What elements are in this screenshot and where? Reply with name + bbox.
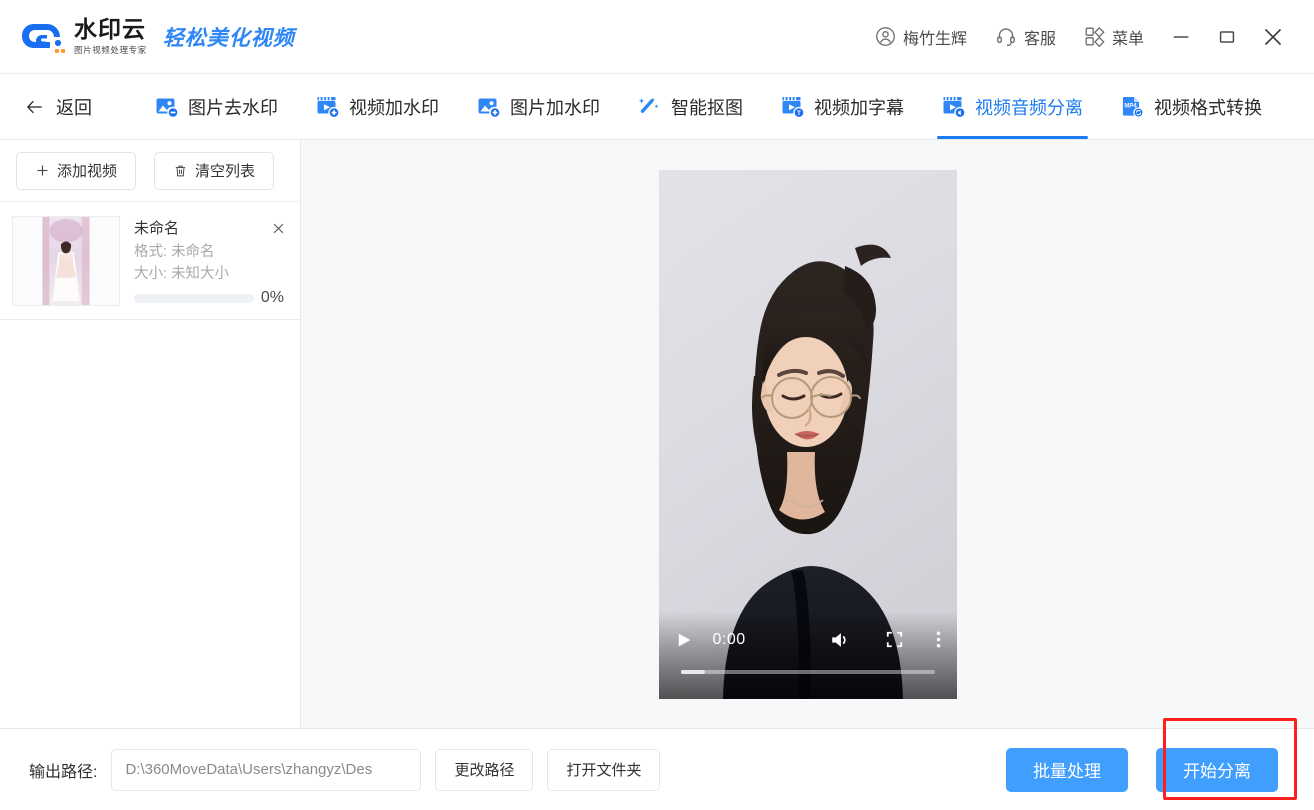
- list-item[interactable]: 未命名 格式: 未命名 大小: 未知大小 0%: [0, 202, 300, 320]
- clear-list-button[interactable]: 清空列表: [154, 151, 275, 190]
- output-path-label: 输出路径:: [29, 763, 98, 781]
- user-name-label: 梅竹生辉: [902, 30, 967, 48]
- maximize-button[interactable]: [1204, 15, 1250, 59]
- nav-tab-video-audio-separation[interactable]: 视频音频分离: [923, 74, 1102, 139]
- nav-tab-label: 视频加字幕: [814, 97, 904, 118]
- file-size-label: 大小:: [134, 265, 168, 282]
- progress-bar: [134, 293, 254, 303]
- nav-tab-video-format-convert[interactable]: MP4 视频格式转换: [1102, 74, 1281, 139]
- trash-icon: [175, 165, 186, 176]
- player-controls: 0:00: [658, 610, 957, 699]
- app-window: 水印云 图片视频处理专家 轻松美化视频 梅竹生辉 客服 菜单 返回 图片去水印 …: [0, 0, 1314, 810]
- add-video-button[interactable]: 添加视频: [16, 151, 137, 190]
- customer-support-button[interactable]: 客服: [981, 19, 1070, 55]
- titlebar-actions: 梅竹生辉 客服 菜单: [861, 15, 1314, 59]
- app-slogan: 轻松美化视频: [162, 25, 295, 50]
- video-thumbnail: [12, 216, 120, 306]
- back-label: 返回: [56, 97, 92, 118]
- user-account-button[interactable]: 梅竹生辉: [861, 19, 981, 55]
- video-text-icon: T: [782, 96, 805, 118]
- fullscreen-icon: [886, 631, 902, 648]
- file-format-value: 未命名: [171, 243, 215, 260]
- player-control-row: 0:00: [659, 623, 957, 657]
- more-vertical-icon: [936, 631, 940, 648]
- play-icon: [678, 633, 690, 646]
- add-video-label: 添加视频: [57, 163, 118, 180]
- nav-tab-label: 图片去水印: [188, 97, 278, 118]
- svg-text:T: T: [797, 110, 801, 117]
- thumbnail-image: [13, 217, 119, 305]
- file-name: 未命名: [134, 220, 180, 237]
- file-size-value: 未知大小: [171, 265, 230, 282]
- volume-button[interactable]: [829, 629, 851, 651]
- remove-file-button[interactable]: [268, 218, 288, 238]
- fullscreen-button[interactable]: [885, 630, 904, 649]
- cloud-logo-icon: [22, 23, 65, 53]
- nav-tab-image-remove-watermark[interactable]: 图片去水印: [136, 74, 297, 139]
- logo-wordmark: 水印云 图片视频处理专家: [74, 17, 147, 55]
- title-bar: 水印云 图片视频处理专家 轻松美化视频 梅竹生辉 客服 菜单: [0, 0, 1314, 74]
- magic-wand-icon: [639, 97, 659, 113]
- minimize-icon: [1173, 35, 1189, 38]
- progress-percent: 0%: [260, 289, 284, 307]
- image-minus-icon: [156, 98, 179, 118]
- video-audio-split-icon: [943, 96, 966, 118]
- open-folder-button[interactable]: 打开文件夹: [547, 748, 661, 791]
- seek-bar[interactable]: [680, 669, 935, 674]
- play-button[interactable]: [675, 630, 693, 650]
- change-path-button[interactable]: 更改路径: [435, 748, 534, 791]
- nav-tab-list: 图片去水印 视频加水印 图片加水印 智能抠图 T 视频加字幕 视频音频分离 MP…: [136, 74, 1281, 139]
- menu-button[interactable]: 菜单: [1070, 19, 1158, 55]
- video-player[interactable]: 0:00: [658, 169, 957, 699]
- file-format-label: 格式:: [134, 243, 168, 260]
- user-circle-icon: [876, 27, 895, 46]
- menu-label: 菜单: [1111, 30, 1144, 48]
- file-size: 大小: 未知大小: [134, 263, 284, 285]
- nav-tab-image-add-watermark[interactable]: 图片加水印: [458, 74, 619, 139]
- app-logo: 水印云 图片视频处理专家 轻松美化视频: [20, 16, 295, 58]
- bottom-bar: 输出路径: 更改路径 打开文件夹 批量处理 开始分离: [0, 728, 1314, 810]
- nav-tab-smart-cutout[interactable]: 智能抠图: [619, 74, 762, 139]
- current-time: 0:00: [712, 630, 746, 648]
- nav-tab-video-subtitle[interactable]: T 视频加字幕: [762, 74, 923, 139]
- file-list-sidebar: 添加视频 清空列表 未命名 格式: 未命名 大小: 未知大小 0%: [0, 140, 301, 728]
- logo-name: 水印云: [74, 16, 146, 43]
- headset-icon: [997, 28, 1015, 46]
- plus-icon: [37, 165, 48, 176]
- arrow-left-icon: [27, 100, 42, 113]
- minimize-button[interactable]: [1158, 15, 1204, 59]
- batch-process-button[interactable]: 批量处理: [1006, 747, 1128, 792]
- close-icon: [273, 223, 283, 233]
- close-button[interactable]: [1250, 15, 1296, 59]
- logo-subtitle: 图片视频处理专家: [74, 44, 147, 55]
- preview-area: 0:00: [301, 140, 1314, 728]
- nav-tab-label: 图片加水印: [510, 97, 600, 118]
- maximize-icon: [1219, 30, 1235, 43]
- clear-list-label: 清空列表: [195, 163, 256, 180]
- sidebar-actions: 添加视频 清空列表: [0, 140, 300, 202]
- file-info: 未命名 格式: 未命名 大小: 未知大小 0%: [134, 216, 284, 319]
- output-path-input[interactable]: [111, 748, 422, 791]
- bottom-bar-actions: 批量处理 开始分离: [1006, 747, 1294, 792]
- grid-menu-icon: [1085, 26, 1105, 47]
- video-plus-icon: [317, 96, 340, 118]
- nav-tab-label: 视频音频分离: [975, 97, 1083, 118]
- support-label: 客服: [1023, 30, 1056, 48]
- file-progress: 0%: [134, 289, 284, 307]
- file-format: 格式: 未命名: [134, 241, 284, 263]
- start-separation-button[interactable]: 开始分离: [1156, 747, 1278, 792]
- navigation-bar: 返回 图片去水印 视频加水印 图片加水印 智能抠图 T 视频加字幕 视频音频分离…: [0, 74, 1314, 140]
- nav-tab-label: 视频格式转换: [1154, 97, 1262, 118]
- nav-tab-label: 智能抠图: [671, 97, 743, 118]
- more-options-button[interactable]: [936, 629, 941, 650]
- seek-fill: [680, 669, 705, 674]
- image-plus-icon: [478, 98, 501, 118]
- volume-icon: [831, 632, 846, 647]
- mp4-file-icon: MP4: [1122, 96, 1144, 118]
- nav-tab-label: 视频加水印: [349, 97, 439, 118]
- nav-tab-video-add-watermark[interactable]: 视频加水印: [297, 74, 458, 139]
- back-button[interactable]: 返回: [24, 94, 92, 120]
- close-icon: [1264, 28, 1282, 45]
